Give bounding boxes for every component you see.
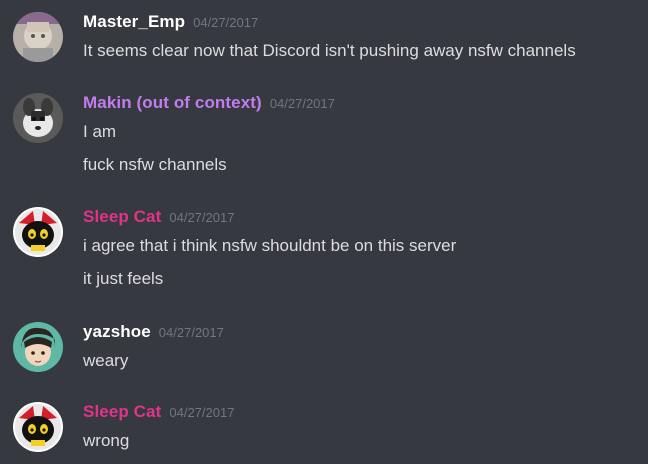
message-header: Makin (out of context) 04/27/2017 [83,93,335,113]
message-text: wrong [83,431,130,450]
sleep-cat-avatar[interactable] [13,402,63,452]
makin-avatar[interactable] [13,93,63,143]
timestamp: 04/27/2017 [269,96,335,111]
timestamp: 04/27/2017 [193,15,259,30]
message-text: I am [83,122,117,141]
username[interactable]: Makin (out of context) [83,93,262,112]
username[interactable]: Sleep Cat [83,207,161,226]
timestamp: 04/27/2017 [169,210,235,225]
username[interactable]: Master_Emp [83,12,185,31]
sleep-cat-avatar[interactable] [13,207,63,257]
message-header: Master_Emp 04/27/2017 [83,12,258,32]
master-emp-avatar[interactable] [13,12,63,62]
timestamp: 04/27/2017 [158,325,224,340]
message-text: it just feels [83,269,164,288]
message-list: Master_Emp 04/27/2017 It seems clear now … [0,0,648,464]
message-text: It seems clear now that Discord isn't pu… [83,41,576,60]
timestamp: 04/27/2017 [169,405,235,420]
message-text: i agree that i think nsfw shouldnt be on… [83,236,457,255]
username[interactable]: Sleep Cat [83,402,161,421]
yazshoe-avatar[interactable] [13,322,63,372]
message-text: weary [83,351,129,370]
message-header: Sleep Cat 04/27/2017 [83,207,234,227]
message-header: yazshoe 04/27/2017 [83,322,224,342]
message-text: fuck nsfw channels [83,155,227,174]
message-header: Sleep Cat 04/27/2017 [83,402,234,422]
username[interactable]: yazshoe [83,322,151,341]
